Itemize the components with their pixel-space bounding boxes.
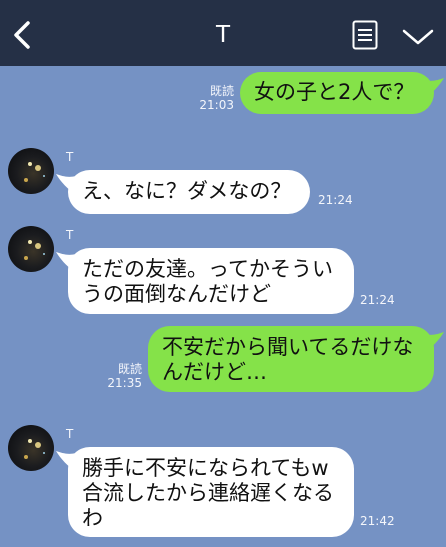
message-text-line: 合流したから連絡遅くなる — [82, 481, 334, 505]
avatar[interactable] — [8, 226, 54, 272]
message-text-line: 勝手に不安になられてもw — [82, 456, 329, 480]
sender-name: T — [66, 228, 74, 242]
read-receipt: 既読 21:03 — [199, 84, 234, 112]
message-text-line: 不安だから聞いてるだけな — [162, 335, 414, 359]
message-time: 21:42 — [360, 514, 395, 528]
message-text-line: んだけど… — [162, 360, 267, 384]
sender-name: T — [66, 150, 74, 164]
message-text-line: わ — [82, 506, 103, 530]
message-bubble[interactable]: ただの友達。ってかそうい うの面倒なんだけど — [68, 248, 354, 314]
message-bubble[interactable]: 勝手に不安になられてもw 合流したから連絡遅くなる わ — [68, 447, 354, 537]
message-bubble[interactable]: 不安だから聞いてるだけな んだけど… — [148, 326, 434, 392]
message-time: 21:24 — [318, 193, 353, 207]
message-bubble[interactable]: え、なに？ダメなの？ — [68, 170, 310, 214]
message-text-line: ただの友達。ってかそうい — [82, 257, 333, 281]
message-bubble[interactable]: 女の子と2人で？ — [240, 72, 434, 114]
chevron-down-icon[interactable] — [402, 28, 434, 46]
sender-name: T — [66, 427, 74, 441]
message-time: 21:24 — [360, 293, 395, 307]
message-text: え、なに？ダメなの？ — [82, 179, 292, 203]
avatar[interactable] — [8, 425, 54, 471]
chat-title: T — [215, 22, 231, 48]
message-text: 女の子と2人で？ — [254, 80, 415, 104]
note-icon[interactable] — [352, 20, 378, 50]
avatar[interactable] — [8, 148, 54, 194]
message-text-line: うの面倒なんだけど — [82, 282, 271, 306]
read-receipt: 既読 21:35 — [107, 362, 142, 390]
chat-header: T — [0, 0, 446, 66]
